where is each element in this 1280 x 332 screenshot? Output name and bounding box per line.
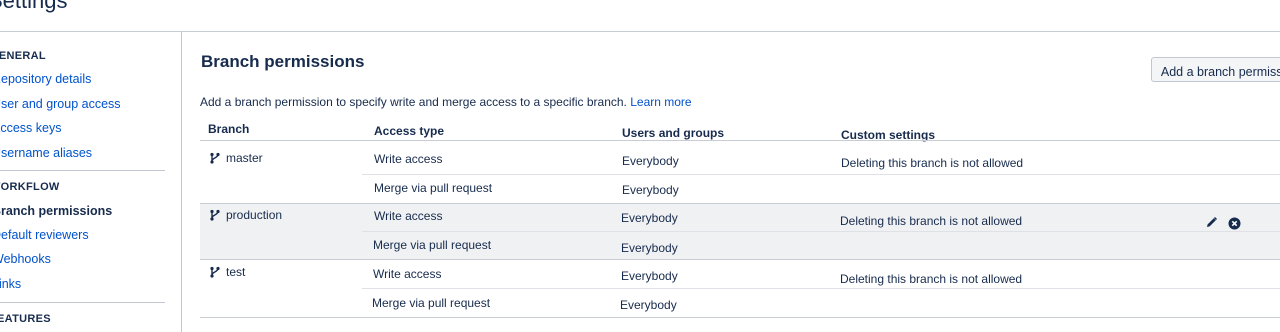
branch-cell: master bbox=[209, 151, 263, 165]
description: Add a branch permission to specify write… bbox=[200, 95, 692, 109]
branch-icon bbox=[210, 266, 220, 278]
add-branch-permission-button[interactable]: Add a branch permission bbox=[1151, 57, 1280, 82]
users-cell: Everybody bbox=[622, 154, 679, 168]
header-divider bbox=[200, 140, 1280, 141]
access-type-cell: Write access bbox=[374, 152, 443, 166]
users-cell: Everybody bbox=[621, 211, 678, 225]
sidebar-heading-general: GENERAL bbox=[0, 50, 46, 62]
access-type-cell: Merge via pull request bbox=[374, 181, 493, 195]
branch-cell: production bbox=[209, 208, 282, 222]
pencil-icon[interactable] bbox=[1205, 216, 1218, 229]
sidebar-item-links[interactable]: Links bbox=[0, 277, 21, 291]
branch-permissions-panel: Branch permissions Add a branch permissi… bbox=[200, 32, 1280, 332]
sidebar-item-webhooks[interactable]: Webhooks bbox=[0, 252, 51, 266]
branch-name: master bbox=[226, 151, 263, 165]
sidebar-item-repository-details[interactable]: Repository details bbox=[0, 72, 91, 86]
branch-icon bbox=[210, 152, 220, 164]
learn-more-link[interactable]: Learn more bbox=[630, 95, 691, 109]
access-type-cell: Merge via pull request bbox=[372, 296, 491, 310]
section-title: Branch permissions bbox=[201, 52, 365, 71]
column-header-access-type: Access type bbox=[374, 124, 445, 138]
access-type-cell: Merge via pull request bbox=[373, 238, 492, 252]
row-divider bbox=[362, 231, 1280, 232]
custom-settings-cell: Deleting this branch is not allowed bbox=[840, 214, 1023, 228]
branch-name: production bbox=[226, 208, 283, 222]
sidebar-item-username-aliases[interactable]: Username aliases bbox=[0, 146, 92, 160]
table-bottom-divider bbox=[200, 317, 1280, 318]
branch-icon bbox=[210, 209, 220, 221]
sidebar-divider bbox=[0, 302, 165, 303]
users-cell: Everybody bbox=[622, 183, 679, 197]
group-divider bbox=[200, 259, 1280, 260]
page-title: Settings bbox=[0, 0, 68, 13]
row-divider bbox=[362, 174, 1280, 175]
settings-sidebar: GENERAL Repository details User and grou… bbox=[0, 32, 182, 332]
column-header-users-groups: Users and groups bbox=[622, 126, 725, 140]
sidebar-item-default-reviewers[interactable]: Default reviewers bbox=[0, 228, 89, 242]
sidebar-item-access-keys[interactable]: Access keys bbox=[0, 121, 61, 135]
sidebar-item-branch-permissions[interactable]: Branch permissions bbox=[0, 204, 112, 218]
sidebar-heading-features: FEATURES bbox=[0, 313, 51, 325]
sidebar-heading-workflow: WORKFLOW bbox=[0, 181, 60, 193]
access-type-cell: Write access bbox=[374, 209, 443, 223]
column-header-branch: Branch bbox=[208, 122, 250, 136]
sidebar-item-user-group-access[interactable]: User and group access bbox=[0, 97, 121, 111]
description-text: Add a branch permission to specify write… bbox=[200, 95, 627, 109]
users-cell: Everybody bbox=[621, 269, 678, 283]
close-circle-icon[interactable] bbox=[1228, 217, 1241, 230]
branch-name: test bbox=[226, 265, 246, 279]
access-type-cell: Write access bbox=[373, 267, 442, 281]
users-cell: Everybody bbox=[621, 241, 678, 255]
custom-settings-cell: Deleting this branch is not allowed bbox=[840, 272, 1023, 286]
sidebar-divider bbox=[0, 170, 165, 171]
custom-settings-cell: Deleting this branch is not allowed bbox=[841, 156, 1024, 170]
row-divider bbox=[362, 288, 1280, 289]
branch-cell: test bbox=[209, 265, 245, 279]
group-divider bbox=[200, 203, 1280, 204]
users-cell: Everybody bbox=[620, 298, 677, 312]
